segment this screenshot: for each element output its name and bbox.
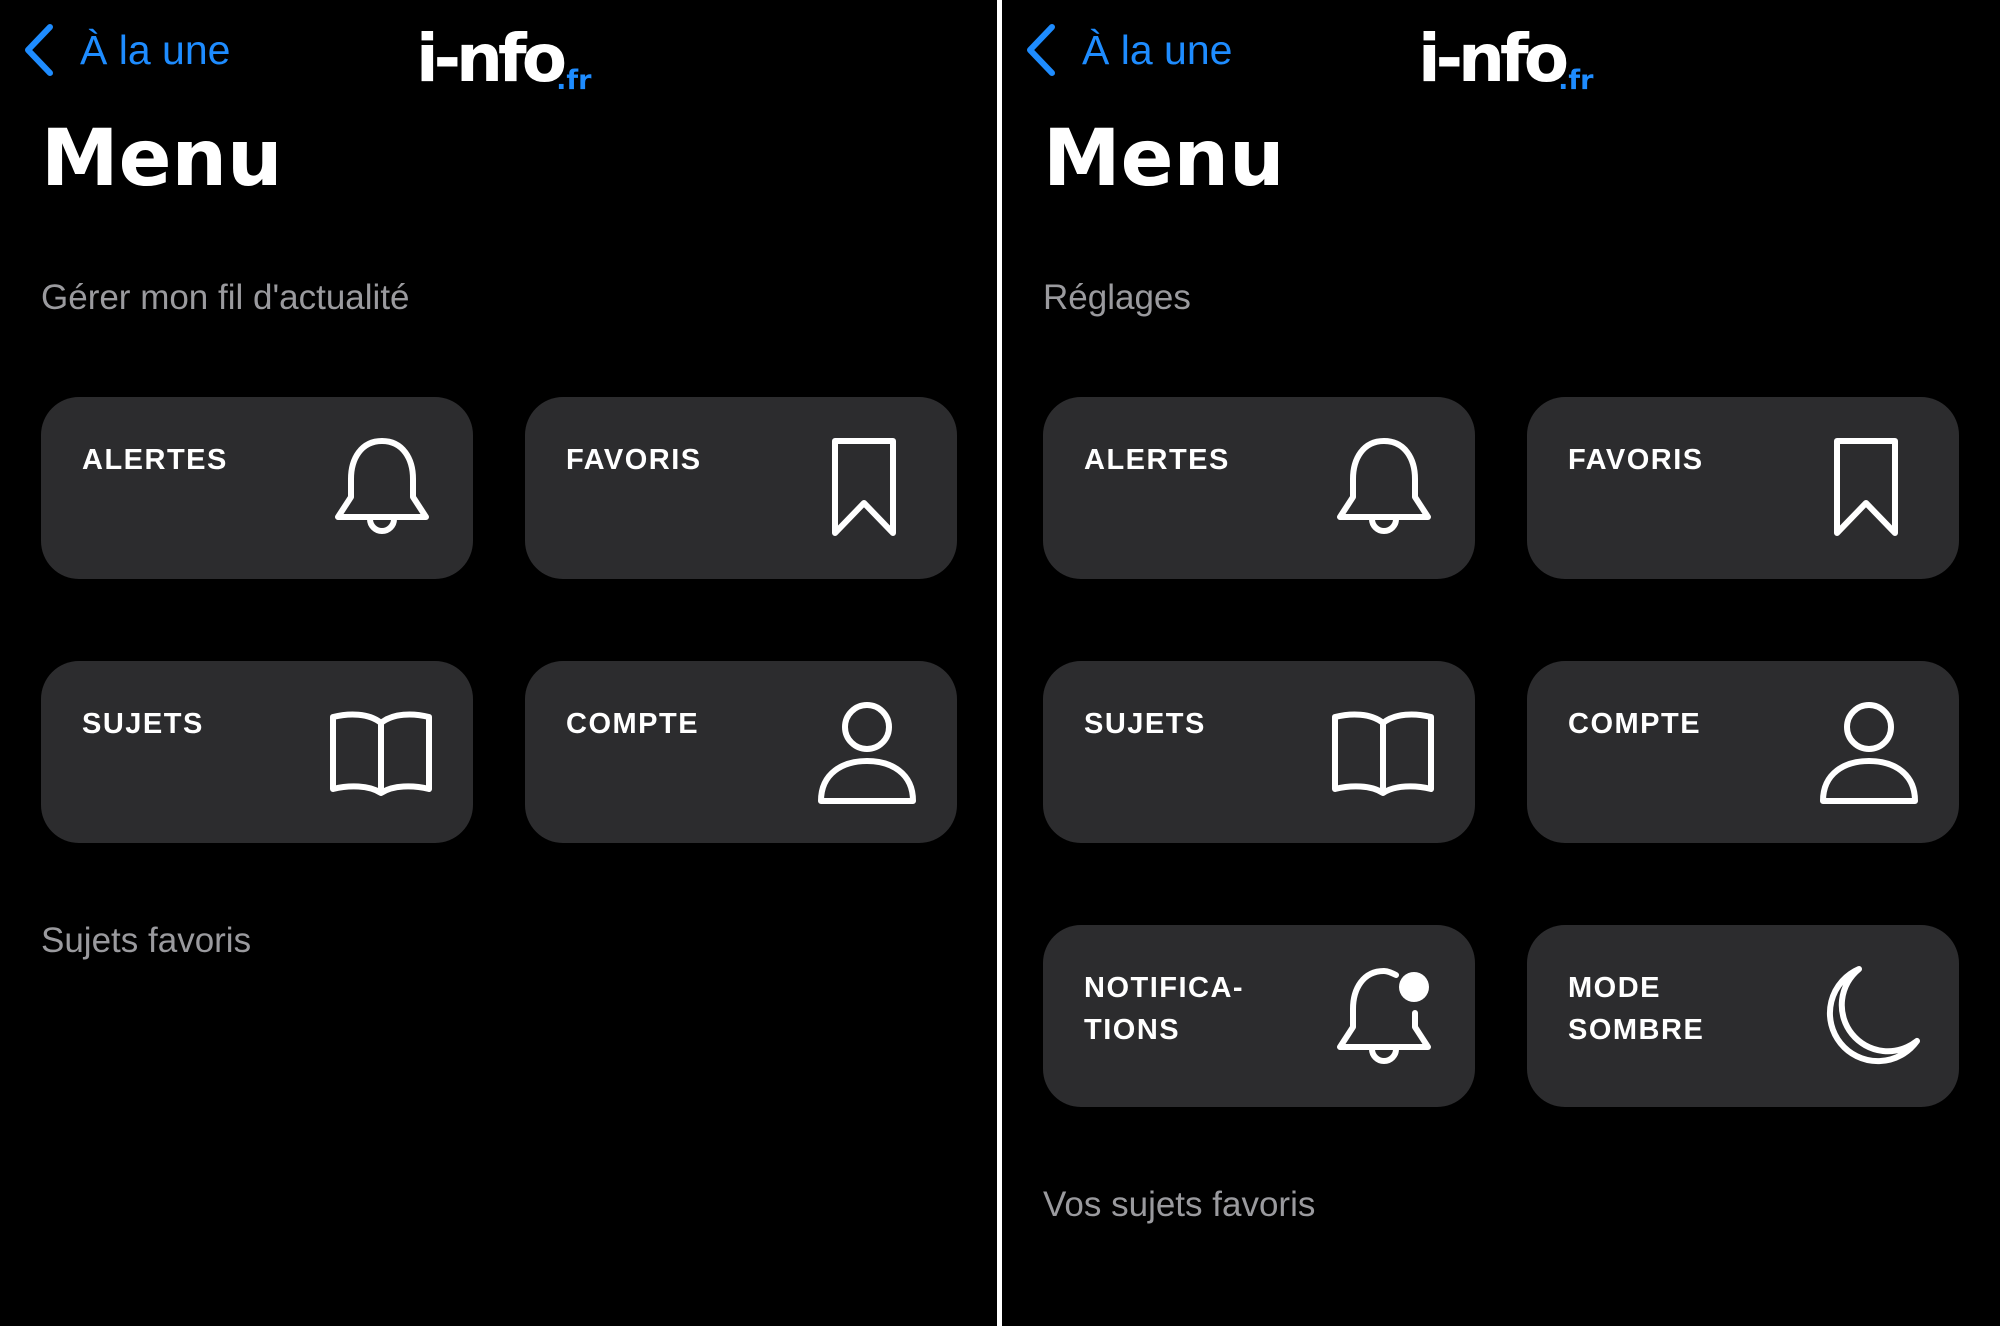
tile-label: FAVORIS — [1568, 444, 1704, 476]
tile-favoris[interactable]: FAVORIS — [1527, 397, 1959, 579]
tile-label: ALERTES — [1084, 444, 1230, 476]
app-logo: i-nfo .fr — [1418, 12, 1594, 97]
page-title: Menu — [41, 114, 283, 204]
tile-notifications[interactable]: NOTIFICA- TIONS — [1043, 925, 1475, 1107]
tile-label: NOTIFICA- TIONS — [1084, 972, 1245, 1046]
chevron-left-icon — [25, 24, 53, 76]
book-icon — [1329, 707, 1437, 797]
tile-label: SUJETS — [82, 708, 204, 740]
section-heading-feed: Gérer mon fil d'actualité — [41, 278, 410, 317]
logo-main-text: i-nfo — [416, 20, 567, 97]
section-heading-favorites: Vos sujets favoris — [1043, 1185, 1316, 1224]
back-button[interactable]: À la une — [1024, 20, 1232, 80]
tile-mode-sombre[interactable]: MODE SOMBRE — [1527, 925, 1959, 1107]
back-button[interactable]: À la une — [22, 20, 230, 80]
left-screen: À la une i-nfo .fr Menu Gérer mon fil d'… — [0, 0, 997, 1326]
app-logo: i-nfo .fr — [416, 12, 592, 97]
user-icon — [1817, 699, 1921, 807]
tile-alertes[interactable]: ALERTES — [41, 397, 473, 579]
tile-label: COMPTE — [566, 708, 700, 740]
tile-label: ALERTES — [82, 444, 228, 476]
tile-sujets[interactable]: SUJETS — [1043, 661, 1475, 843]
user-icon — [815, 699, 919, 807]
bookmark-icon — [1831, 437, 1901, 539]
tile-label: SUJETS — [1084, 708, 1206, 740]
back-label: À la une — [1082, 26, 1233, 73]
tile-label: COMPTE — [1568, 708, 1702, 740]
logo-tld-text: .fr — [1558, 65, 1594, 96]
logo-main-text: i-nfo — [1418, 20, 1569, 97]
section-heading-settings: Réglages — [1043, 278, 1191, 317]
right-screen: À la une i-nfo .fr Menu Réglages ALERTES… — [1002, 0, 2000, 1326]
page-title: Menu — [1043, 114, 1285, 204]
moon-icon — [1817, 963, 1923, 1069]
notification-bell-icon — [1334, 965, 1434, 1071]
chevron-left-icon — [1027, 24, 1055, 76]
bookmark-icon — [829, 437, 899, 539]
tile-label: FAVORIS — [566, 444, 702, 476]
back-label: À la une — [80, 26, 231, 73]
section-heading-favorites: Sujets favoris — [41, 921, 252, 960]
bell-icon — [332, 435, 432, 541]
tile-alertes[interactable]: ALERTES — [1043, 397, 1475, 579]
book-icon — [327, 707, 435, 797]
logo-tld-text: .fr — [556, 65, 592, 96]
tile-compte[interactable]: COMPTE — [525, 661, 957, 843]
tile-favoris[interactable]: FAVORIS — [525, 397, 957, 579]
tile-sujets[interactable]: SUJETS — [41, 661, 473, 843]
bell-icon — [1334, 435, 1434, 541]
tile-label: MODE SOMBRE — [1568, 972, 1705, 1046]
tile-compte[interactable]: COMPTE — [1527, 661, 1959, 843]
